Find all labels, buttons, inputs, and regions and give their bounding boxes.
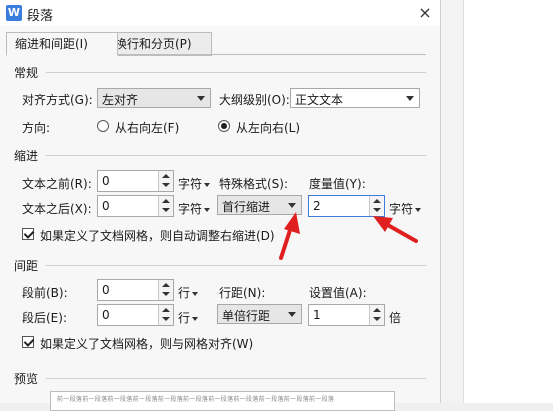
checkmark-icon: [23, 336, 35, 347]
indent-after-value: 0: [102, 199, 110, 213]
spinner-buttons[interactable]: [369, 305, 384, 325]
spacing-after-unit: 行: [178, 311, 191, 325]
spinner-buttons[interactable]: [158, 196, 173, 216]
direction-ltr-label[interactable]: 从左向右(L): [236, 119, 300, 136]
caret-down-icon: [204, 207, 211, 212]
spinner-up-icon[interactable]: [162, 308, 170, 312]
line-spacing-label: 行距(N):: [219, 286, 266, 300]
spinner-down-icon[interactable]: [162, 317, 170, 321]
indent-before-value: 0: [102, 174, 110, 188]
indent-after-input[interactable]: 0: [97, 195, 174, 217]
chevron-down-icon: [288, 312, 296, 317]
section-title-preview: 预览: [14, 372, 39, 386]
indent-after-unit: 字符: [178, 202, 203, 216]
spinner-down-icon[interactable]: [373, 317, 381, 321]
chevron-down-icon: [288, 203, 296, 208]
preview-box: 前一段落前一段落前一段落前一段落前一段落前一段落前一段落前一段落前一段落前一段落…: [50, 391, 395, 411]
setting-value: 1: [313, 308, 321, 322]
spinner-buttons[interactable]: [158, 171, 173, 191]
outline-level-select[interactable]: 正文文本: [290, 88, 420, 108]
section-title-spacing: 间距: [14, 259, 39, 273]
measure-unit: 字符: [389, 202, 414, 216]
close-icon[interactable]: ×: [415, 3, 435, 23]
section-title-general: 常规: [14, 66, 39, 80]
direction-label: 方向:: [22, 121, 51, 135]
spinner-up-icon[interactable]: [162, 174, 170, 178]
spinner-up-icon[interactable]: [162, 199, 170, 203]
special-format-select[interactable]: 首行缩进: [217, 195, 302, 215]
dialog-title: 段落: [27, 9, 54, 24]
tab-line-page-breaks[interactable]: 换行和分页(P): [106, 32, 212, 56]
caret-down-icon: [192, 316, 199, 321]
spacing-before-value: 0: [102, 283, 110, 297]
caret-down-icon: [204, 182, 211, 187]
section-divider: [46, 378, 426, 379]
spinner-up-icon[interactable]: [373, 308, 381, 312]
spinner-up-icon[interactable]: [373, 199, 381, 203]
direction-rtl-label[interactable]: 从右向左(F): [115, 119, 179, 136]
radio-rtl[interactable]: [97, 120, 109, 132]
spacing-before-label: 段前(B):: [22, 286, 68, 300]
special-format-value: 首行缩进: [222, 200, 271, 214]
title-bar[interactable]: W 段落 ×: [0, 0, 440, 26]
section-divider: [46, 72, 426, 73]
indent-before-label: 文本之前(R):: [22, 177, 92, 191]
special-format-label: 特殊格式(S):: [219, 177, 289, 191]
section-divider: [46, 265, 426, 266]
spacing-before-input[interactable]: 0: [97, 279, 174, 301]
indent-before-unit: 字符: [178, 177, 203, 191]
spinner-buttons[interactable]: [158, 280, 173, 300]
spinner-down-icon[interactable]: [162, 183, 170, 187]
chevron-down-icon: [406, 96, 414, 101]
spacing-after-input[interactable]: 0: [97, 304, 174, 326]
section-title-indent: 缩进: [14, 149, 39, 163]
spacing-after-unit-dropdown[interactable]: 行: [178, 309, 199, 326]
preview-sample-text: 前一段落前一段落前一段落前一段落前一段落前一段落前一段落前一段落前一段落前一段落…: [57, 396, 335, 403]
measure-value: 2: [313, 199, 321, 213]
indent-after-label: 文本之后(X):: [22, 202, 92, 216]
spinner-down-icon[interactable]: [162, 292, 170, 296]
measure-value-input[interactable]: 2: [308, 195, 385, 217]
line-spacing-value: 单倍行距: [222, 309, 271, 323]
indent-before-unit-dropdown[interactable]: 字符: [178, 175, 211, 192]
outline-level-value: 正文文本: [295, 93, 344, 107]
spacing-after-label: 段后(E):: [22, 311, 67, 325]
spinner-up-icon[interactable]: [162, 283, 170, 287]
spinner-down-icon[interactable]: [373, 208, 381, 212]
radio-ltr[interactable]: [218, 120, 230, 132]
auto-adjust-indent-label[interactable]: 如果定义了文档网格，则自动调整右缩进(D): [40, 227, 275, 244]
alignment-label: 对齐方式(G):: [22, 93, 93, 107]
alignment-value: 左对齐: [102, 93, 139, 107]
paragraph-dialog: W 段落 × 缩进和间距(I) 换行和分页(P) 常规 对齐方式(G): 左对齐…: [0, 0, 441, 411]
indent-after-unit-dropdown[interactable]: 字符: [178, 200, 211, 217]
spacing-before-unit-dropdown[interactable]: 行: [178, 284, 199, 301]
chevron-down-icon: [197, 96, 205, 101]
setting-value-input[interactable]: 1: [308, 304, 385, 326]
indent-before-input[interactable]: 0: [97, 170, 174, 192]
spacing-before-unit: 行: [178, 286, 191, 300]
checkmark-icon: [23, 228, 35, 239]
wps-writer-icon: W: [6, 5, 22, 21]
section-divider: [46, 155, 426, 156]
auto-adjust-indent-checkbox[interactable]: [22, 228, 35, 240]
setting-value-unit: 倍: [389, 311, 402, 325]
snap-to-grid-label[interactable]: 如果定义了文档网格，则与网格对齐(W): [40, 335, 253, 352]
measure-unit-dropdown[interactable]: 字符: [389, 200, 422, 217]
spinner-buttons[interactable]: [369, 196, 384, 216]
document-page: [463, 0, 553, 403]
tab-indent-spacing[interactable]: 缩进和间距(I): [6, 32, 118, 56]
snap-to-grid-checkbox[interactable]: [22, 336, 35, 348]
caret-down-icon: [192, 291, 199, 296]
spacing-after-value: 0: [102, 308, 110, 322]
spinner-buttons[interactable]: [158, 305, 173, 325]
spinner-down-icon[interactable]: [162, 208, 170, 212]
line-spacing-select[interactable]: 单倍行距: [217, 304, 302, 324]
measure-value-label: 度量值(Y):: [309, 177, 366, 191]
setting-value-label: 设置值(A):: [309, 286, 367, 300]
outline-level-label: 大纲级别(O):: [219, 93, 290, 107]
caret-down-icon: [415, 207, 422, 212]
alignment-select[interactable]: 左对齐: [97, 88, 211, 108]
